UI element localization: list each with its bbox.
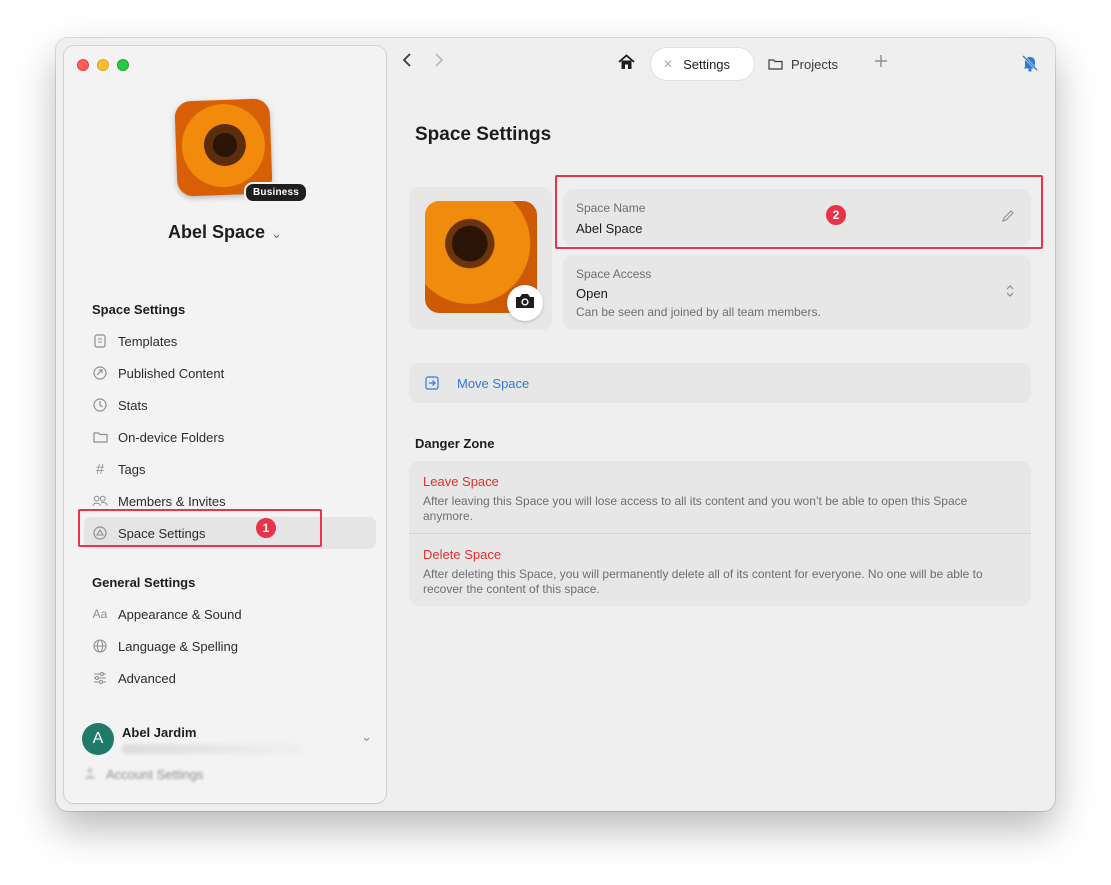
danger-zone-card: Leave Space After leaving this Space you… xyxy=(409,461,1031,606)
stats-icon xyxy=(92,397,108,413)
zoom-window-button[interactable] xyxy=(117,59,129,71)
tab-settings[interactable]: ✕ Settings xyxy=(651,48,754,80)
template-icon xyxy=(92,333,108,349)
delete-space-title: Delete Space xyxy=(423,547,502,562)
move-space-label: Move Space xyxy=(457,375,530,391)
general-settings-section-title: General Settings xyxy=(92,575,196,590)
space-switcher[interactable]: Abel Space ⌄ xyxy=(64,222,386,243)
space-settings-section-title: Space Settings xyxy=(92,302,186,317)
new-tab-button[interactable] xyxy=(874,51,888,74)
chevron-down-icon: ⌄ xyxy=(271,226,282,241)
sidebar-item-label: Stats xyxy=(118,397,148,413)
top-toolbar: ✕ Settings Projects xyxy=(386,38,1055,90)
up-down-chevron-icon xyxy=(1005,284,1015,299)
sidebar-item-templates[interactable]: Templates xyxy=(84,325,376,357)
close-tab-icon[interactable]: ✕ xyxy=(663,57,673,71)
tab-projects[interactable]: Projects xyxy=(768,48,838,80)
user-email-redacted xyxy=(122,744,302,754)
sidebar-item-label: On-device Folders xyxy=(118,429,225,445)
leave-space-title: Leave Space xyxy=(423,474,499,489)
sidebar-item-label: Advanced xyxy=(118,670,176,686)
space-name: Abel Space xyxy=(168,222,266,242)
delete-space-description: After deleting this Space, you will perm… xyxy=(423,567,983,596)
user-account-switcher[interactable]: A Abel Jardim ⌄ xyxy=(82,717,372,757)
minimize-window-button[interactable] xyxy=(97,59,109,71)
sidebar: Business Abel Space ⌄ Space Settings Temp… xyxy=(64,46,386,803)
app-window: Business Abel Space ⌄ Space Settings Temp… xyxy=(56,38,1055,811)
back-button[interactable] xyxy=(402,52,412,73)
sunflower-image xyxy=(203,123,247,167)
globe-icon xyxy=(92,638,108,654)
tab-label: Settings xyxy=(683,56,731,72)
move-space-button[interactable]: Move Space xyxy=(409,363,1031,403)
members-icon xyxy=(92,493,108,509)
annotation-highlight-2 xyxy=(555,175,1043,249)
person-icon xyxy=(84,767,96,782)
sliders-icon xyxy=(92,670,108,686)
annotation-highlight-1 xyxy=(78,509,322,547)
annotation-marker-1: 1 xyxy=(256,518,276,538)
account-settings-link[interactable]: Account Settings xyxy=(84,767,204,782)
space-access-field[interactable]: Space Access Open Can be seen and joined… xyxy=(563,255,1031,330)
chevron-down-icon: ⌄ xyxy=(361,729,372,744)
hash-icon: # xyxy=(95,460,105,478)
home-icon[interactable] xyxy=(618,54,636,72)
divider xyxy=(409,533,1031,534)
space-access-label: Space Access xyxy=(576,267,652,281)
account-settings-label: Account Settings xyxy=(106,767,204,782)
camera-icon xyxy=(514,292,536,315)
sidebar-item-label: Tags xyxy=(118,461,146,477)
sidebar-item-tags[interactable]: # Tags xyxy=(84,453,376,485)
sidebar-item-label: Published Content xyxy=(118,365,225,381)
folder-icon xyxy=(92,429,108,445)
text-aa-icon: Aa xyxy=(92,607,108,621)
close-window-button[interactable] xyxy=(77,59,89,71)
traffic-lights xyxy=(77,59,129,71)
sidebar-item-on-device-folders[interactable]: On-device Folders xyxy=(84,421,376,453)
sidebar-item-advanced[interactable]: Advanced xyxy=(84,662,376,694)
move-arrow-icon xyxy=(425,376,439,390)
page-title: Space Settings xyxy=(415,124,552,145)
annotation-marker-2: 2 xyxy=(826,205,846,225)
sidebar-item-appearance-sound[interactable]: Aa Appearance & Sound xyxy=(84,598,376,630)
sidebar-item-label: Appearance & Sound xyxy=(118,606,242,622)
sidebar-item-language-spelling[interactable]: Language & Spelling xyxy=(84,630,376,662)
sidebar-item-label: Templates xyxy=(118,333,178,349)
sidebar-item-stats[interactable]: Stats xyxy=(84,389,376,421)
sidebar-item-label: Language & Spelling xyxy=(118,638,238,654)
sidebar-item-published-content[interactable]: Published Content xyxy=(84,357,376,389)
space-image-card xyxy=(409,187,552,330)
danger-zone-title: Danger Zone xyxy=(415,436,495,451)
published-icon xyxy=(92,365,108,381)
leave-space-button[interactable]: Leave Space After leaving this Space you… xyxy=(423,474,1019,524)
delete-space-button[interactable]: Delete Space After deleting this Space, … xyxy=(423,547,1019,597)
change-image-button[interactable] xyxy=(507,285,543,321)
space-access-value: Open xyxy=(576,286,608,301)
notifications-muted-icon[interactable] xyxy=(1021,54,1039,72)
plan-badge: Business xyxy=(244,182,309,203)
space-access-description: Can be seen and joined by all team membe… xyxy=(576,305,821,319)
folder-icon xyxy=(768,58,783,70)
forward-button[interactable] xyxy=(434,52,444,73)
tab-label: Projects xyxy=(791,56,838,72)
user-avatar: A xyxy=(82,723,114,755)
sidebar-item-label: Members & Invites xyxy=(118,493,226,509)
leave-space-description: After leaving this Space you will lose a… xyxy=(423,494,968,523)
user-name: Abel Jardim xyxy=(122,725,197,740)
